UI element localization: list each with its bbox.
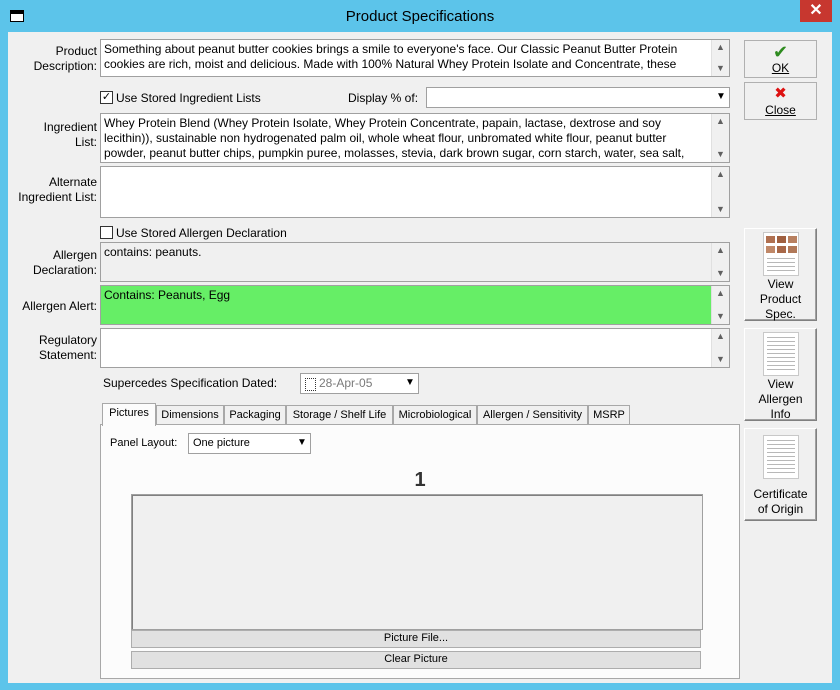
scroll-down-arrow-icon[interactable]: ▼	[715, 204, 726, 215]
chevron-down-icon[interactable]: ▼	[713, 88, 729, 107]
ingredient-list-field[interactable]: Whey Protein Blend (Whey Protein Isolate…	[100, 113, 730, 163]
tab-msrp[interactable]: MSRP	[588, 405, 630, 425]
scroll-up-arrow-icon[interactable]: ▲	[715, 169, 726, 180]
scroll-down-arrow-icon[interactable]: ▼	[715, 149, 726, 160]
allergen-alert-field[interactable]: Contains: Peanuts, Egg ▲ ▼	[100, 285, 730, 325]
regulatory-statement-field[interactable]: ▲ ▼	[100, 328, 730, 368]
picture-number: 1	[414, 469, 426, 491]
tab-packaging[interactable]: Packaging	[224, 405, 286, 425]
allergen-declaration-scrollbar[interactable]: ▲ ▼	[711, 243, 729, 281]
allergen-alert-label: Allergen Alert:	[22, 299, 97, 313]
certificate-of-origin-button[interactable]: Certificate of Origin	[744, 428, 817, 521]
picture-frame[interactable]	[131, 494, 703, 630]
scroll-up-arrow-icon[interactable]: ▲	[715, 116, 726, 127]
alternate-ingredient-label: Alternate Ingredient List:	[18, 175, 97, 204]
product-description-text: Something about peanut butter cookies br…	[104, 42, 678, 71]
supersedes-label: Supercedes Specification Dated:	[103, 376, 278, 390]
tab-allergen-sensitivity[interactable]: Allergen / Sensitivity	[477, 405, 588, 425]
chevron-down-icon[interactable]: ▼	[402, 374, 418, 393]
view-allergen-info-button[interactable]: View Allergen Info	[744, 328, 817, 421]
ingredient-list-text: Whey Protein Blend (Whey Protein Isolate…	[104, 116, 685, 160]
alternate-ingredient-field[interactable]: ▲ ▼	[100, 166, 730, 218]
allergen-alert-scrollbar[interactable]: ▲ ▼	[711, 286, 729, 324]
ingredient-list-label: Ingredient List:	[43, 120, 97, 149]
alternate-ingredient-scrollbar[interactable]: ▲ ▼	[711, 167, 729, 217]
display-percent-label: Display % of:	[348, 91, 419, 105]
pictures-panel: Panel Layout: One picture ▼ 1 Picture Fi…	[100, 424, 740, 679]
view-allergen-info-label: View Allergen Info	[758, 377, 803, 421]
tab-storage-shelf-life[interactable]: Storage / Shelf Life	[286, 405, 393, 425]
document-thumbnail-icon	[762, 332, 799, 376]
supersedes-date-picker[interactable]: 28-Apr-05 ▼	[300, 373, 419, 394]
panel-layout-label: Panel Layout:	[110, 437, 178, 449]
product-description-field[interactable]: Something about peanut butter cookies br…	[100, 39, 730, 77]
chevron-down-icon[interactable]: ▼	[294, 434, 310, 453]
use-stored-allergen-checkbox[interactable]	[100, 226, 113, 239]
ingredient-list-scrollbar[interactable]: ▲ ▼	[711, 114, 729, 162]
scroll-up-arrow-icon[interactable]: ▲	[715, 245, 726, 256]
scroll-down-arrow-icon[interactable]: ▼	[715, 311, 726, 322]
close-button[interactable]: ✖ Close	[744, 82, 817, 120]
scroll-up-arrow-icon[interactable]: ▲	[715, 288, 726, 299]
display-percent-dropdown[interactable]: ▼	[426, 87, 730, 108]
panel-layout-dropdown[interactable]: One picture ▼	[188, 433, 311, 454]
regulatory-statement-label: Regulatory Statement:	[38, 333, 97, 362]
checkmark-icon: ✔	[772, 42, 789, 62]
tab-dimensions[interactable]: Dimensions	[156, 405, 224, 425]
view-product-spec-button[interactable]: View Product Spec.	[744, 228, 817, 321]
supersedes-date-value: 28-Apr-05	[319, 376, 373, 390]
close-icon: ✖	[774, 85, 787, 102]
scroll-down-arrow-icon[interactable]: ▼	[715, 354, 726, 365]
document-thumbnail-icon	[762, 232, 799, 276]
window-close-button[interactable]: ✕	[800, 0, 832, 22]
clear-picture-button[interactable]: Clear Picture	[131, 651, 701, 669]
scroll-down-arrow-icon[interactable]: ▼	[715, 268, 726, 279]
scroll-up-arrow-icon[interactable]: ▲	[715, 331, 726, 342]
close-button-label: Close	[765, 103, 796, 117]
title-bar: Product Specifications ✕	[0, 0, 840, 32]
product-description-scrollbar[interactable]: ▲ ▼	[711, 40, 729, 76]
ok-button-label: OK	[771, 61, 790, 75]
dialog-client-area: Product Description: Something about pea…	[8, 32, 832, 683]
allergen-declaration-field[interactable]: contains: peanuts. ▲ ▼	[100, 242, 730, 282]
ok-button[interactable]: ✔ OK	[744, 40, 817, 78]
scroll-down-arrow-icon[interactable]: ▼	[715, 63, 726, 74]
certificate-of-origin-label: Certificate of Origin	[753, 487, 808, 516]
allergen-declaration-text: contains: peanuts.	[104, 245, 202, 259]
product-description-label: Product Description:	[33, 44, 97, 73]
tab-pictures[interactable]: Pictures	[102, 403, 156, 426]
picture-file-button[interactable]: Picture File...	[131, 630, 701, 648]
use-stored-ingredient-checkbox[interactable]: ✓	[100, 91, 113, 104]
tab-microbiological[interactable]: Microbiological	[393, 405, 477, 425]
use-stored-ingredient-label: Use Stored Ingredient Lists	[116, 91, 261, 105]
use-stored-allergen-label: Use Stored Allergen Declaration	[116, 226, 287, 240]
window-title: Product Specifications	[345, 8, 495, 25]
allergen-declaration-label: Allergen Declaration:	[32, 248, 97, 277]
document-thumbnail-icon	[762, 435, 799, 479]
panel-layout-value: One picture	[193, 437, 250, 449]
scroll-up-arrow-icon[interactable]: ▲	[715, 42, 726, 53]
date-checkbox[interactable]	[305, 378, 316, 391]
tab-strip: Pictures Dimensions Packaging Storage / …	[100, 403, 740, 426]
regulatory-statement-scrollbar[interactable]: ▲ ▼	[711, 329, 729, 367]
view-product-spec-label: View Product Spec.	[759, 277, 802, 321]
allergen-alert-text: Contains: Peanuts, Egg	[104, 288, 231, 302]
